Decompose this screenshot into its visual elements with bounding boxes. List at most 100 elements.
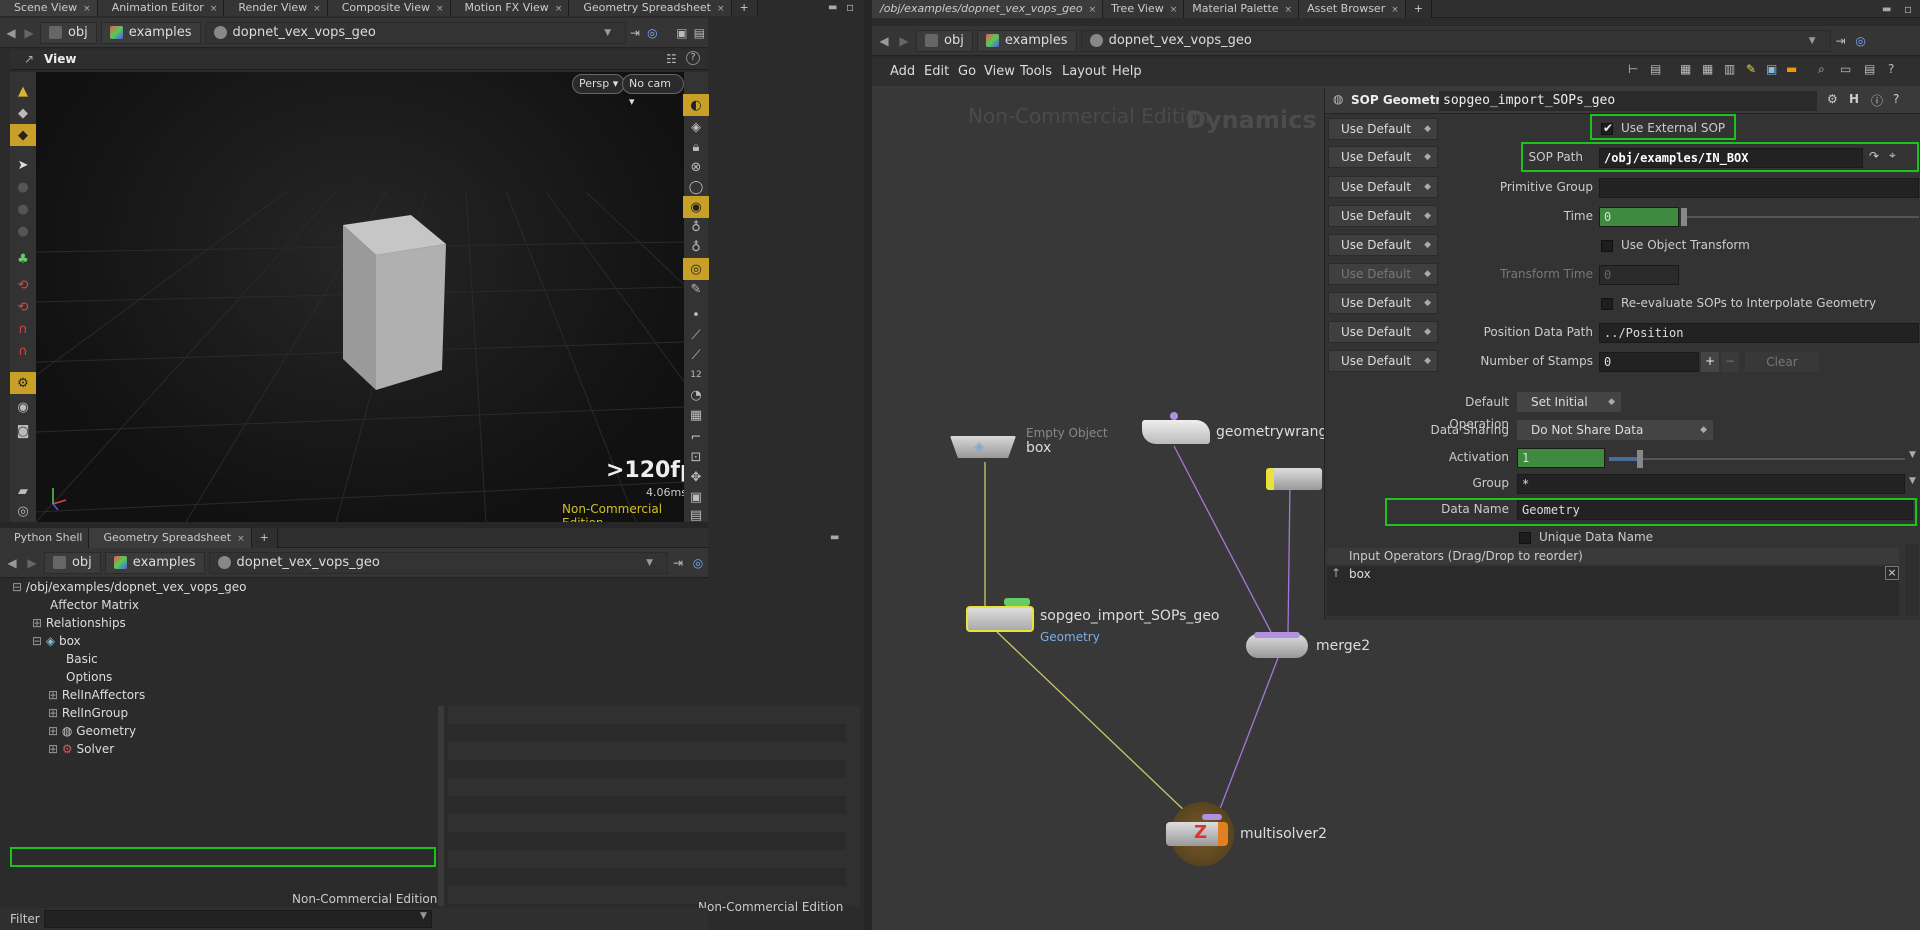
help-icon[interactable]: ? [686,51,700,65]
menu-go[interactable]: Go [958,64,976,79]
tab-render-view[interactable]: Render View × [224,0,328,16]
light3-icon[interactable]: ♁ [683,236,709,258]
snap3-icon[interactable]: ◙ [10,420,36,442]
texture-icon[interactable]: ▦ [683,404,709,426]
tab-python-shell[interactable]: Python Shell [0,528,90,548]
forward-arrow-icon[interactable]: ▶ [22,25,36,41]
snap2-icon[interactable]: ◉ [10,396,36,418]
close-icon[interactable]: × [1089,5,1097,15]
bbox-icon[interactable]: ⌐ [683,426,709,448]
help-icon[interactable]: ? [1888,62,1894,76]
tree-row[interactable]: Basic [66,650,98,668]
spreadsheet-scrollbar[interactable] [846,706,860,906]
magnet3-icon[interactable]: ∩ [10,318,36,340]
menu-layout[interactable]: Layout [1062,64,1106,79]
filter-input[interactable] [44,910,432,928]
grid-icon[interactable]: ▦ [1680,62,1691,76]
uv-icon[interactable]: ◔ [683,384,709,406]
use-default-button[interactable]: Use Default ◆ [1328,234,1438,256]
chevron-down-icon[interactable]: ▼ [646,558,653,568]
close-icon[interactable]: × [83,4,91,14]
path-net[interactable]: dopnet_vex_vops_geo ▼ [1080,29,1831,52]
prim-icon[interactable]: ⟋ [683,344,709,366]
handle2-icon[interactable]: ● [10,198,36,220]
persp-menu[interactable]: Persp ▾ [572,74,626,94]
tab-tree-view[interactable]: Tree View × [1103,0,1185,18]
add-tab-button[interactable]: + [731,0,758,16]
dynamics-select-icon[interactable]: ◆ [10,124,36,146]
parm-scrollbar[interactable] [1905,544,1919,616]
use-default-button[interactable]: Use Default ◆ [1328,146,1438,168]
position-path-field[interactable]: ../Position [1599,323,1919,343]
tree-row[interactable]: Options [66,668,112,686]
back-arrow-icon[interactable]: ◀ [4,555,20,571]
chevron-down-icon[interactable]: ▼ [1809,36,1816,46]
table-icon[interactable]: ▦ [1702,62,1713,76]
chevron-down-icon[interactable]: ▼ [1909,450,1916,460]
close-icon[interactable]: × [717,4,725,14]
edge-icon[interactable]: ⟋ [683,324,709,346]
back-arrow-icon[interactable]: ◀ [4,25,18,41]
sopgeo-node[interactable] [966,606,1034,632]
stamps-add-button[interactable]: + [1701,352,1719,372]
tree-scrollbar[interactable] [438,706,444,906]
tree-row[interactable]: Affector Matrix [50,596,139,614]
camera-menu[interactable]: No cam ▾ [622,74,684,108]
add-tab-button[interactable]: + [1405,0,1432,18]
pin-icon[interactable]: ⇥ [626,24,643,42]
tab-composite-view[interactable]: Composite View × [327,0,451,16]
tab-geometry-spreadsheet-bottom[interactable]: Geometry Spreadsheet × [89,528,252,548]
note-icon[interactable]: ✎ [1746,62,1756,76]
camera-icon[interactable]: ▣ [673,24,690,42]
path-obj[interactable]: obj [916,29,973,52]
point-icon[interactable]: • [683,304,709,326]
link-icon[interactable]: ◎ [644,24,661,42]
close-icon[interactable]: × [555,4,563,14]
pane-menu-icon[interactable]: ▬ [1882,4,1891,15]
frame-icon[interactable]: ⊡ [683,446,709,468]
chevron-down-icon[interactable]: ▼ [1909,476,1916,486]
tree-row[interactable]: ⊞ Relationships [32,614,126,632]
menu-add[interactable]: Add [890,64,915,79]
path-examples[interactable]: examples [976,29,1077,52]
help-icon[interactable]: ? [1893,92,1899,106]
tab-network-path[interactable]: /obj/examples/dopnet_vex_vops_geo × [872,0,1104,18]
tab-motion-fx-view[interactable]: Motion FX View × [450,0,570,16]
info-icon[interactable]: ⓘ [1871,92,1883,109]
input-operator-item[interactable]: box [1349,567,1371,581]
use-default-button[interactable]: Use Default ◆ [1328,321,1438,343]
tree-row[interactable]: ⊟ /obj/examples/dopnet_vex_vops_geo [12,578,247,596]
path-net[interactable]: dopnet_vex_vops_geo ▼ [208,551,669,574]
path-obj[interactable]: obj [39,21,97,44]
pane-menu-icon[interactable]: ▬ [830,532,839,543]
time-slider-track[interactable] [1683,216,1919,218]
use-default-button[interactable]: Use Default ◆ [1328,292,1438,314]
lock-icon[interactable]: ▤ [691,24,708,42]
menu-tools[interactable]: Tools [1020,64,1052,79]
tree-row[interactable]: ⊞ RelInAffectors [48,686,145,704]
tree-row[interactable]: ⊞ RelInGroup [48,704,128,722]
unique-data-name-checkbox[interactable] [1519,532,1531,544]
magnet4-icon[interactable]: ∩ [10,340,36,362]
h-icon[interactable]: H [1849,92,1859,106]
path-net[interactable]: dopnet_vex_vops_geo ▼ [204,21,627,44]
use-default-button[interactable]: Use Default ◆ [1328,350,1438,372]
tree-row[interactable]: ⊞ ⚙ Solver [48,740,114,758]
link-icon[interactable]: ◎ [1851,32,1871,50]
reevaluate-checkbox[interactable] [1601,298,1613,310]
tree-view-icon[interactable]: ⊢ [1628,62,1638,76]
activation-slider-handle[interactable] [1637,450,1643,468]
tree-row-geometry[interactable]: ⊞ ◍ Geometry [48,722,136,740]
add-tab-button[interactable]: + [251,528,278,548]
drag-handle-icon[interactable]: ↑ [1331,566,1341,580]
object-select-icon[interactable]: ◆ [10,102,36,124]
tree-row[interactable]: ⊟ ◈ box [32,632,81,650]
close-icon[interactable]: × [1285,5,1293,15]
maximize-icon[interactable]: ▫ [1904,2,1912,16]
magnet-icon[interactable]: ⟲ [10,274,36,296]
magnet2-icon[interactable]: ⟲ [10,296,36,318]
remove-input-icon[interactable]: × [1885,566,1899,580]
tab-animation-editor[interactable]: Animation Editor × [97,0,225,16]
render-icon[interactable]: ▰ [10,480,36,502]
maximize-icon[interactable]: ▫ [846,0,854,14]
